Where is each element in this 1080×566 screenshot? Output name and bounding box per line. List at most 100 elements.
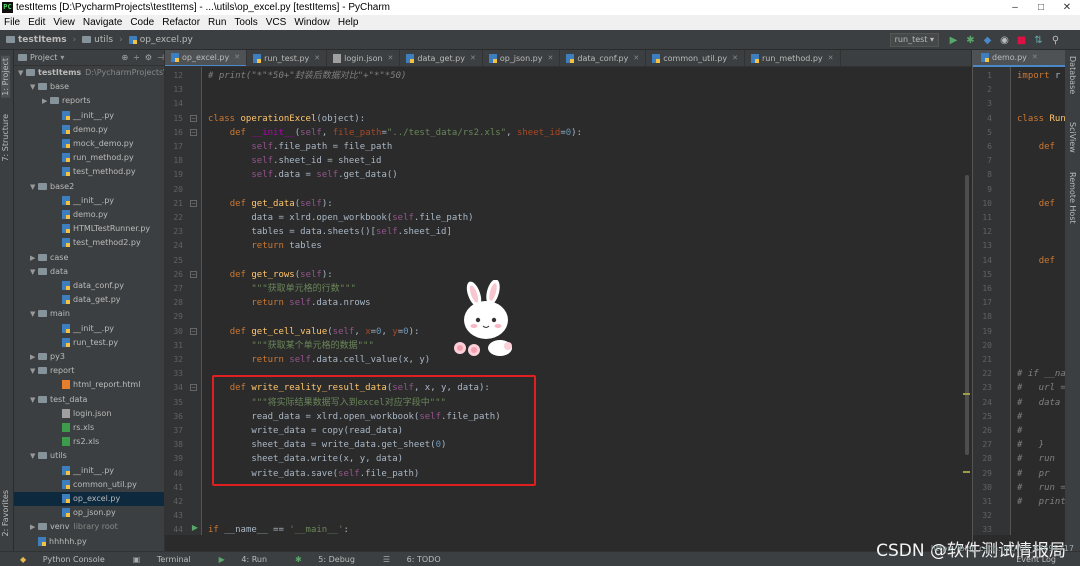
chevron-down-icon[interactable]: ▼: [30, 393, 38, 407]
tree-item[interactable]: common_util.py: [14, 478, 164, 492]
chevron-right-icon[interactable]: ▶: [42, 94, 50, 108]
profile-icon[interactable]: ◉: [999, 35, 1010, 46]
close-tab-icon[interactable]: ✕: [314, 50, 320, 66]
todo-tab[interactable]: ☰ 6: TODO: [383, 555, 455, 564]
project-panel-title[interactable]: Project: [30, 53, 57, 62]
collapse-icon[interactable]: ÷: [133, 53, 140, 62]
tool-tab-structure[interactable]: 7: Structure: [1, 114, 10, 162]
tree-item[interactable]: html_report.html: [14, 378, 164, 392]
chevron-down-icon[interactable]: ▾: [60, 53, 64, 62]
chevron-right-icon[interactable]: ▶: [30, 520, 38, 534]
tree-item[interactable]: demo.py: [14, 123, 164, 137]
menu-vcs[interactable]: VCS: [266, 15, 287, 30]
chevron-down-icon[interactable]: ▼: [30, 180, 38, 194]
tree-item[interactable]: run_test.py: [14, 336, 164, 350]
close-tab-icon[interactable]: ✕: [732, 50, 738, 66]
tree-item[interactable]: ▼ base: [14, 80, 164, 94]
menu-view[interactable]: View: [53, 15, 75, 30]
tree-item[interactable]: ▼ report: [14, 364, 164, 378]
stop-icon[interactable]: ■: [1016, 35, 1027, 46]
editor-tab[interactable]: data_conf.py ✕: [560, 50, 647, 66]
breadcrumb-file[interactable]: op_excel.py: [128, 35, 193, 45]
menu-navigate[interactable]: Navigate: [83, 15, 122, 30]
chevron-down-icon[interactable]: ▼: [18, 66, 26, 80]
fold-icon[interactable]: −: [190, 114, 197, 122]
tool-tab-remote-host[interactable]: Remote Host: [1068, 172, 1077, 224]
close-tab-icon[interactable]: ✕: [633, 50, 639, 66]
tree-item[interactable]: __init__.py: [14, 194, 164, 208]
tree-item[interactable]: ▼ main: [14, 307, 164, 321]
tree-item[interactable]: op_excel.py: [14, 492, 164, 506]
tree-item[interactable]: ▼ base2: [14, 180, 164, 194]
tree-item[interactable]: __init__.py: [14, 464, 164, 478]
fold-icon[interactable]: −: [190, 128, 197, 136]
close-tab-icon[interactable]: ✕: [1032, 50, 1038, 66]
close-tab-icon[interactable]: ✕: [828, 50, 834, 66]
chevron-down-icon[interactable]: ▼: [30, 364, 38, 378]
tree-item[interactable]: HTMLTestRunner.py: [14, 222, 164, 236]
menu-edit[interactable]: Edit: [28, 15, 45, 30]
tool-tab-sciview[interactable]: SciView: [1068, 122, 1077, 153]
vcs-icon[interactable]: ⇅: [1033, 35, 1044, 46]
tree-item[interactable]: op_json.py: [14, 506, 164, 520]
tool-tab-database[interactable]: Database: [1068, 56, 1077, 94]
chevron-down-icon[interactable]: ▼: [30, 307, 38, 321]
tree-item[interactable]: ▶ venv library root: [14, 520, 164, 534]
minimize-button[interactable]: –: [1002, 0, 1028, 15]
chevron-down-icon[interactable]: ▼: [30, 80, 38, 94]
gear-icon[interactable]: ⚙: [145, 53, 152, 62]
run-tab[interactable]: ▶ 4: Run: [219, 555, 281, 564]
run-gutter-icon[interactable]: ▶: [192, 523, 198, 532]
tree-item[interactable]: ▼ utils: [14, 449, 164, 463]
chevron-right-icon[interactable]: ▶: [30, 251, 38, 265]
split-editor-tab[interactable]: demo.py ✕: [973, 50, 1065, 67]
menu-refactor[interactable]: Refactor: [162, 15, 200, 30]
tree-item[interactable]: ▶ reports: [14, 94, 164, 108]
maximize-button[interactable]: □: [1028, 0, 1054, 15]
fold-icon[interactable]: −: [190, 327, 197, 335]
hide-icon[interactable]: ⊣: [157, 53, 164, 62]
fold-icon[interactable]: −: [190, 270, 197, 278]
chevron-down-icon[interactable]: ▼: [30, 265, 38, 279]
editor-tab[interactable]: common_util.py ✕: [646, 50, 745, 66]
search-icon[interactable]: ⚲: [1050, 35, 1061, 46]
close-tab-icon[interactable]: ✕: [470, 50, 476, 66]
terminal-tab[interactable]: ▣ Terminal: [133, 555, 205, 564]
run-config-select[interactable]: run_test ▾: [889, 33, 939, 47]
debug-icon[interactable]: ✱: [965, 35, 976, 46]
tree-item[interactable]: rs2.xls: [14, 435, 164, 449]
editor-tab[interactable]: run_method.py ✕: [745, 50, 841, 66]
menu-code[interactable]: Code: [130, 15, 154, 30]
fold-icon[interactable]: −: [190, 384, 197, 392]
close-tab-icon[interactable]: ✕: [548, 50, 554, 66]
tree-item[interactable]: run_method.py: [14, 151, 164, 165]
menu-help[interactable]: Help: [338, 15, 359, 30]
editor-tab[interactable]: op_excel.py ✕: [165, 50, 248, 66]
menu-run[interactable]: Run: [208, 15, 226, 30]
menu-file[interactable]: File: [4, 15, 20, 30]
menu-window[interactable]: Window: [294, 15, 330, 30]
chevron-down-icon[interactable]: ▼: [30, 449, 38, 463]
tool-tab-favorites[interactable]: 2: Favorites: [1, 490, 10, 536]
locate-icon[interactable]: ⊕: [121, 53, 128, 62]
run-icon[interactable]: ▶: [948, 35, 959, 46]
scrollbar-thumb[interactable]: [965, 175, 969, 455]
tree-item[interactable]: hhhhh.py: [14, 535, 164, 549]
warning-marker[interactable]: [963, 471, 970, 473]
tree-item[interactable]: demo.py: [14, 208, 164, 222]
editor-tab[interactable]: run_test.py ✕: [247, 50, 328, 66]
menu-tools[interactable]: Tools: [234, 15, 257, 30]
coverage-icon[interactable]: ◆: [982, 35, 993, 46]
close-button[interactable]: ✕: [1054, 0, 1080, 15]
python-console-tab[interactable]: ◆ Python Console: [20, 555, 119, 564]
editor-tab[interactable]: op_json.py ✕: [483, 50, 561, 66]
tree-item[interactable]: ▼ test_data: [14, 393, 164, 407]
editor-scrollbar[interactable]: [962, 67, 971, 535]
tree-item[interactable]: data_conf.py: [14, 279, 164, 293]
tree-item[interactable]: rs.xls: [14, 421, 164, 435]
tree-item[interactable]: ▼ testItemsD:\PycharmProjects\testItems: [14, 66, 164, 80]
tree-item[interactable]: ▶ case: [14, 251, 164, 265]
tool-tab-project[interactable]: 1: Project: [1, 56, 10, 98]
tree-item[interactable]: ▶ py3: [14, 350, 164, 364]
tree-item[interactable]: login.json: [14, 407, 164, 421]
